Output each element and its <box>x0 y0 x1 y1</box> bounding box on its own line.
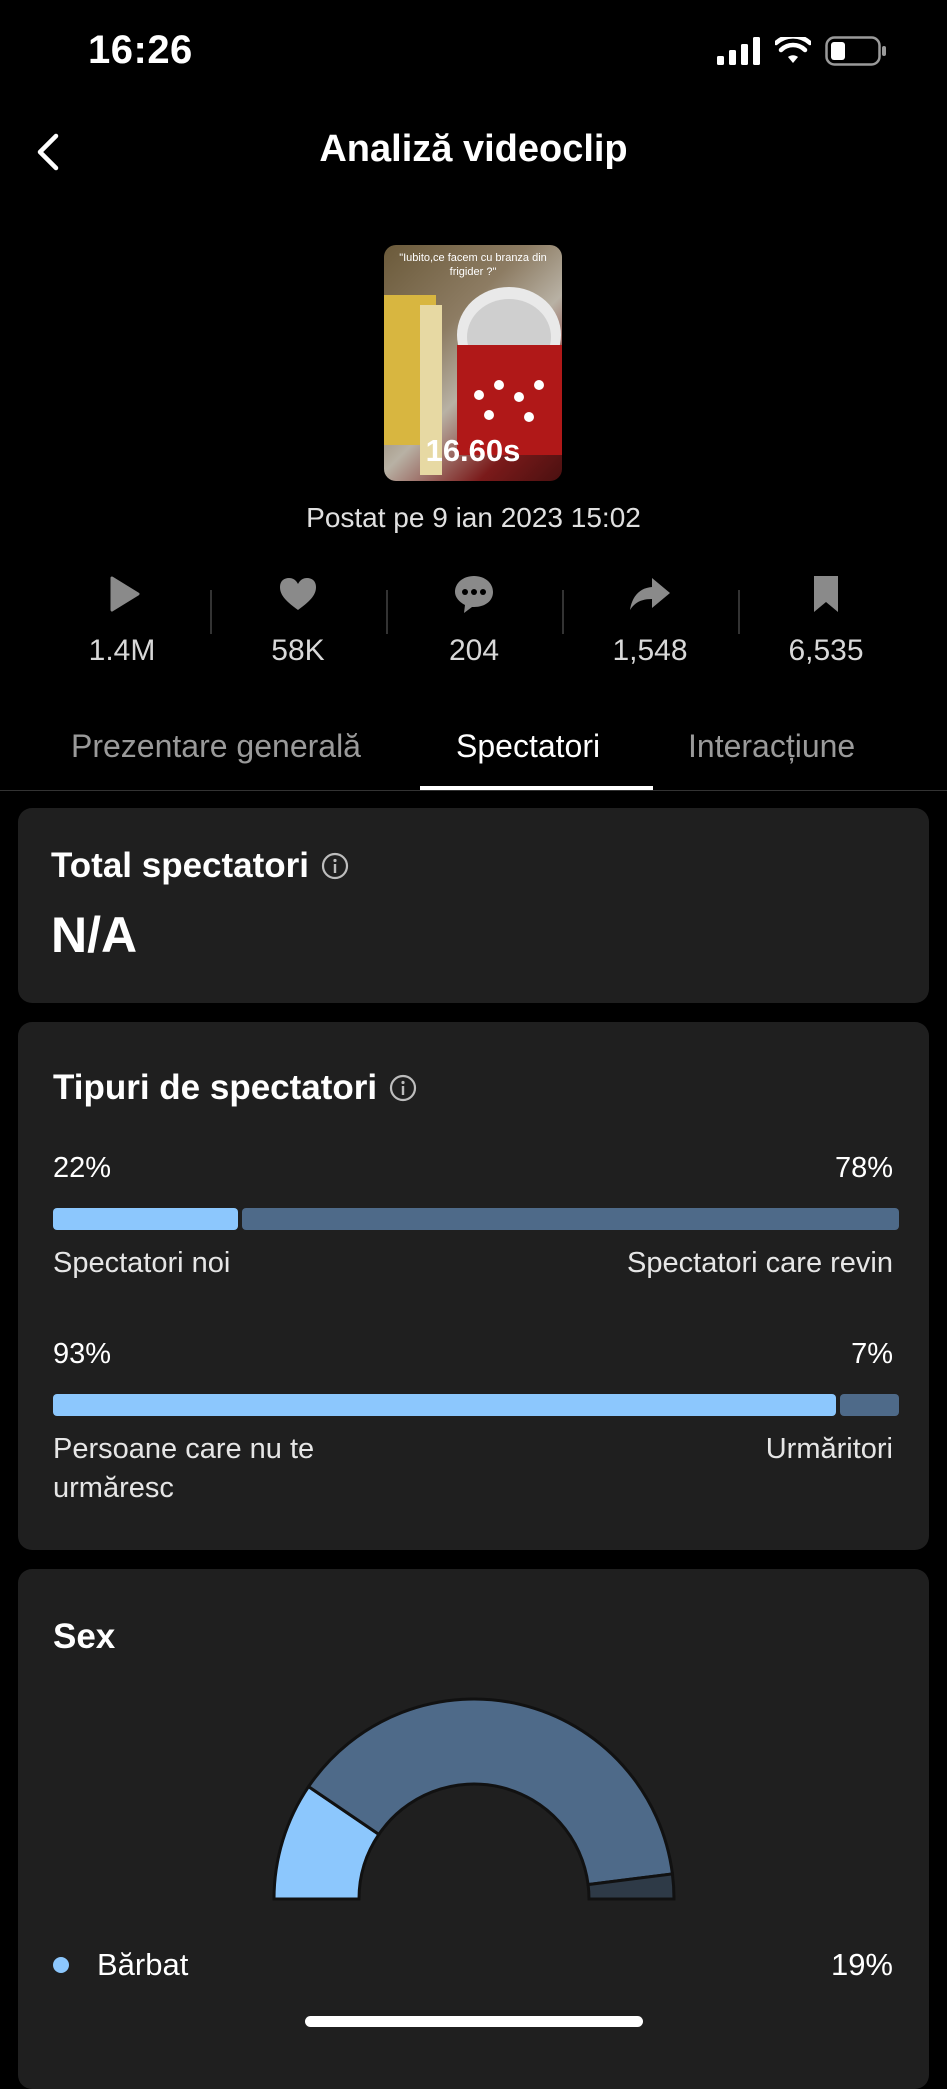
stat-likes: 58K <box>210 570 386 668</box>
tab-overview[interactable]: Prezentare generală <box>71 728 361 765</box>
followers-bar <box>53 1394 899 1416</box>
info-icon[interactable] <box>321 852 349 880</box>
non-followers-segment <box>53 1394 837 1416</box>
stat-comments: 204 <box>386 570 562 668</box>
stat-shares: 1,548 <box>562 570 738 668</box>
cellular-signal-icon <box>717 37 760 65</box>
play-icon <box>110 576 140 612</box>
total-viewers-value: N/A <box>51 907 138 963</box>
card-title-text: Total spectatori <box>51 846 310 885</box>
viewer-types-card: Tipuri de spectatori 22% 78% Spectatori … <box>18 1022 929 1550</box>
returning-viewers-label: Spectatori care revin <box>627 1247 893 1279</box>
home-indicator <box>305 2016 643 2027</box>
bookmark-icon <box>814 576 838 612</box>
video-duration: 16.60s <box>425 433 521 468</box>
new-vs-returning-bar <box>53 1208 899 1230</box>
tab-bar: Prezentare generală Spectatori Interacți… <box>0 720 947 791</box>
stat-value: 6,535 <box>788 634 864 667</box>
non-followers-pct: 93% <box>53 1338 112 1370</box>
legend-item-male: Bărbat 19% <box>53 1947 893 1983</box>
stat-saves: 6,535 <box>738 570 914 668</box>
new-viewers-label: Spectatori noi <box>53 1247 231 1279</box>
sex-card: Sex Bărbat 19% <box>18 1569 929 2089</box>
comment-icon <box>455 576 493 613</box>
stat-value: 1,548 <box>612 634 688 667</box>
card-title-text: Tipuri de spectatori <box>53 1068 378 1107</box>
page-title: Analiză videoclip <box>319 128 628 170</box>
stat-views: 1.4M <box>34 570 210 668</box>
status-time: 16:26 <box>88 28 193 72</box>
wifi-icon <box>775 37 811 63</box>
stat-value: 1.4M <box>88 634 156 667</box>
legend-dot <box>53 1957 69 1973</box>
stat-value: 204 <box>448 634 500 667</box>
total-viewers-title: Total spectatori <box>51 846 349 886</box>
new-viewers-segment <box>53 1208 239 1230</box>
stats-row: 1.4M 58K 204 1,548 6,535 <box>34 570 914 668</box>
active-tab-indicator <box>420 786 653 790</box>
legend-value: 19% <box>830 1947 893 1982</box>
sex-gauge-chart <box>272 1697 676 1901</box>
non-followers-label: Persoane care nu te urmăresc <box>53 1433 315 1505</box>
sex-title: Sex <box>53 1617 116 1656</box>
status-icons <box>717 36 887 66</box>
info-icon[interactable] <box>389 1074 417 1102</box>
legend-label: Bărbat <box>97 1947 189 1982</box>
followers-segment <box>840 1394 899 1416</box>
battery-icon <box>825 36 886 66</box>
viewer-types-title: Tipuri de spectatori <box>53 1068 417 1108</box>
returning-viewers-segment <box>242 1208 899 1230</box>
followers-pct: 7% <box>851 1338 893 1370</box>
tab-engagement[interactable]: Interacțiune <box>688 728 855 765</box>
returning-viewers-pct: 78% <box>834 1152 893 1184</box>
total-viewers-card: Total spectatori N/A <box>18 808 929 1003</box>
heart-icon <box>280 578 316 610</box>
share-icon <box>630 578 670 610</box>
followers-label: Urmăritori <box>765 1433 893 1465</box>
video-thumbnail[interactable]: "Iubito,ce facem cu branza din frigider … <box>384 245 562 481</box>
posted-date: Postat pe 9 ian 2023 15:02 <box>306 502 641 533</box>
tab-viewers[interactable]: Spectatori <box>456 728 600 765</box>
new-viewers-pct: 22% <box>53 1152 112 1184</box>
stat-value: 58K <box>271 634 325 667</box>
